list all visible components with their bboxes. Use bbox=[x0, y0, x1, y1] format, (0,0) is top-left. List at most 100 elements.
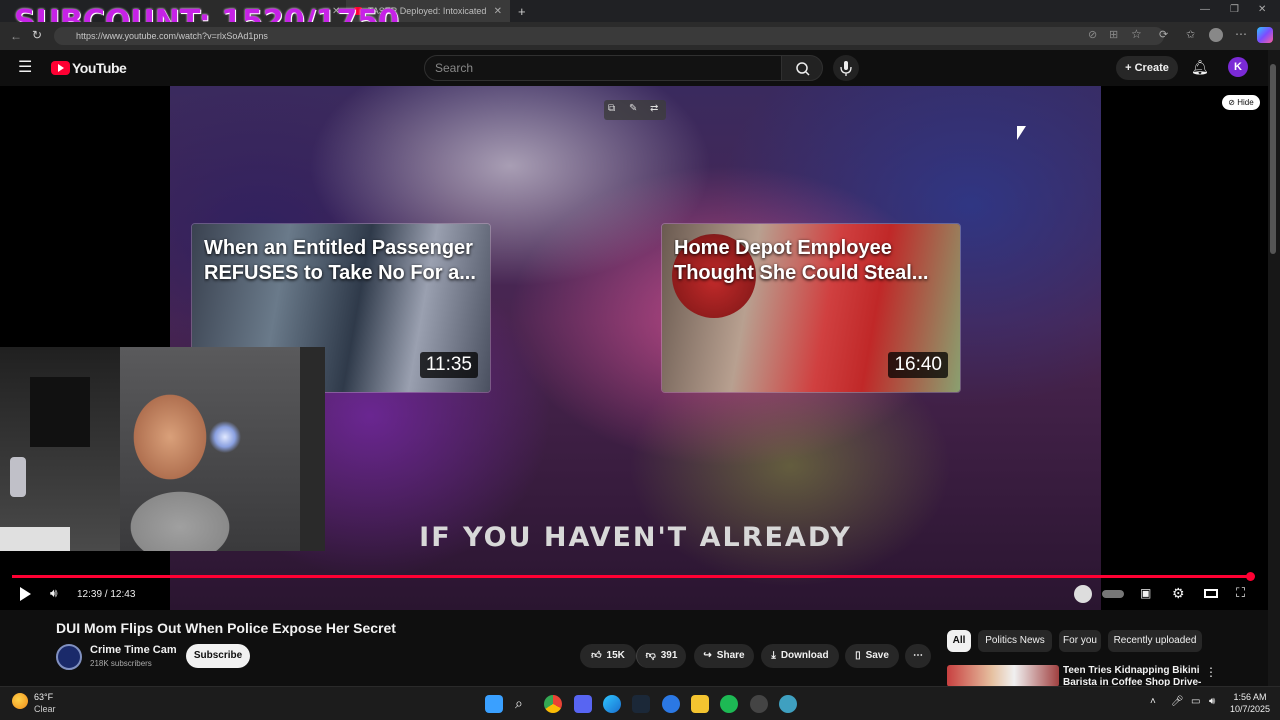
webcam-bottle bbox=[10, 457, 26, 497]
like-button[interactable]: 👍︎ 15K bbox=[580, 644, 636, 668]
settings-gear-icon[interactable]: ⚙ bbox=[1172, 586, 1185, 600]
app-icon[interactable] bbox=[662, 695, 680, 713]
create-label: Create bbox=[1134, 62, 1169, 74]
channel-name[interactable]: Crime Time Cam bbox=[90, 644, 177, 656]
video-title: DUI Mom Flips Out When Police Expose Her… bbox=[56, 620, 396, 636]
hide-label: Hide bbox=[1237, 98, 1254, 107]
progress-bar[interactable] bbox=[12, 575, 1250, 578]
filter-chip-all[interactable]: All bbox=[947, 630, 971, 652]
file-explorer-icon[interactable] bbox=[691, 695, 709, 713]
close-tab-icon[interactable]: ✕ bbox=[494, 6, 502, 17]
youtube-logo-icon[interactable] bbox=[51, 61, 70, 75]
save-label: Save bbox=[865, 650, 889, 661]
microphone-icon bbox=[840, 61, 852, 76]
profile-avatar[interactable] bbox=[1209, 28, 1223, 42]
bookmark-icon: ▯ bbox=[855, 650, 861, 661]
search-icon bbox=[796, 62, 810, 76]
download-button[interactable]: ⤓ Download bbox=[761, 644, 839, 668]
create-button[interactable]: + Create bbox=[1116, 56, 1178, 80]
subscribe-button[interactable]: Subscribe bbox=[186, 644, 250, 668]
notifications-bell-icon[interactable]: 🔔︎ bbox=[1191, 60, 1209, 74]
more-menu-icon[interactable]: ⋯ bbox=[1235, 27, 1247, 41]
download-label: Download bbox=[780, 650, 829, 661]
windows-start-icon[interactable] bbox=[485, 695, 503, 713]
like-count: 15K bbox=[606, 650, 625, 661]
taskbar-search-icon[interactable]: ⌕ bbox=[515, 696, 523, 710]
new-tab-button[interactable]: + bbox=[510, 0, 530, 22]
theater-mode-icon[interactable] bbox=[1204, 589, 1218, 598]
fullscreen-icon[interactable]: ⛶ bbox=[1236, 586, 1245, 599]
webcam-edge bbox=[300, 347, 325, 551]
download-icon: ⤓ bbox=[771, 650, 776, 661]
subscriber-count: 218K subscribers bbox=[90, 659, 152, 668]
tracking-icon[interactable]: ⊘ bbox=[1088, 28, 1097, 41]
recommended-thumbnail[interactable] bbox=[947, 665, 1059, 687]
spotify-icon[interactable] bbox=[720, 695, 738, 713]
youtube-logo-text[interactable]: YouTube bbox=[72, 60, 127, 76]
weather-temperature[interactable]: 63°F bbox=[34, 692, 53, 702]
hide-button[interactable]: ⊘ Hide bbox=[1222, 95, 1260, 110]
endscreen-title: When an Entitled Passenger REFUSES to Ta… bbox=[204, 237, 476, 284]
obs-icon[interactable] bbox=[750, 695, 768, 713]
search-input[interactable]: Search bbox=[424, 55, 782, 81]
apps-icon[interactable]: ⊞ bbox=[1109, 28, 1118, 41]
dislike-button[interactable]: 👎︎ 391 bbox=[636, 644, 686, 668]
filter-chip-recently-uploaded[interactable]: Recently uploaded bbox=[1108, 630, 1202, 652]
taskbar-clock-time[interactable]: 1:56 AM bbox=[1230, 692, 1270, 702]
network-app-icon[interactable] bbox=[779, 695, 797, 713]
weather-condition[interactable]: Clear bbox=[34, 704, 56, 714]
dislike-count: 391 bbox=[660, 650, 678, 661]
favorites-icon[interactable]: ✩ bbox=[1186, 28, 1195, 41]
thumbs-up-icon: 👍︎ bbox=[591, 650, 602, 661]
filter-chip-for-you[interactable]: For you bbox=[1059, 630, 1101, 652]
refresh-icon[interactable]: ↻ bbox=[32, 28, 42, 42]
taskbar-clock-date[interactable]: 10/7/2025 bbox=[1226, 704, 1274, 714]
tray-chevron-icon[interactable]: ˄ bbox=[1150, 697, 1156, 707]
recommended-title[interactable]: Teen Tries Kidnapping Bikini Barista in … bbox=[1063, 665, 1203, 687]
share-icon: ↪ bbox=[703, 650, 712, 661]
share-button[interactable]: ↪ Share bbox=[694, 644, 754, 668]
channel-avatar[interactable] bbox=[56, 644, 82, 670]
thumbs-down-icon: 👎︎ bbox=[645, 650, 656, 661]
search-button[interactable] bbox=[781, 55, 823, 81]
filter-chip-politics-news[interactable]: Politics News bbox=[978, 630, 1052, 652]
more-icon: ⋯ bbox=[913, 650, 923, 661]
volume-icon[interactable]: 🔊︎ bbox=[50, 587, 58, 599]
translate-icon[interactable]: ⇄ bbox=[650, 103, 658, 114]
captions-icon[interactable]: ▣ bbox=[1140, 587, 1151, 599]
tray-network-icon[interactable]: ▭ bbox=[1191, 697, 1200, 707]
tray-mic-icon[interactable]: 🎤︎ bbox=[1171, 697, 1184, 707]
steam-icon[interactable] bbox=[632, 695, 650, 713]
voice-search-button[interactable] bbox=[833, 55, 859, 81]
favorite-star-icon[interactable]: ☆ bbox=[1131, 27, 1142, 41]
hamburger-menu-icon[interactable]: ☰ bbox=[18, 60, 32, 76]
webcam-keyboard bbox=[0, 527, 70, 551]
play-icon[interactable] bbox=[20, 587, 31, 601]
tray-volume-icon[interactable]: 🔊︎ bbox=[1209, 697, 1215, 707]
close-window-icon[interactable]: ✕ bbox=[1258, 4, 1266, 15]
extensions-icon[interactable]: ⟳ bbox=[1159, 28, 1168, 41]
more-actions-button[interactable]: ⋯ bbox=[905, 644, 931, 668]
edge-icon[interactable] bbox=[603, 695, 621, 713]
minimize-icon[interactable]: — bbox=[1200, 4, 1210, 15]
weather-icon[interactable] bbox=[12, 693, 28, 709]
share-label: Share bbox=[716, 650, 745, 661]
sponsor-shield-icon[interactable] bbox=[1074, 585, 1092, 603]
endscreen-video-2[interactable]: Home Depot Employee Thought She Could St… bbox=[661, 223, 961, 393]
restore-icon[interactable]: ❐ bbox=[1230, 4, 1239, 15]
edit-icon[interactable]: ✎ bbox=[629, 103, 637, 114]
endscreen-title: Home Depot Employee Thought She Could St… bbox=[674, 237, 929, 284]
plus-icon: + bbox=[1125, 62, 1135, 74]
scrollbar-thumb[interactable] bbox=[1270, 64, 1276, 254]
copilot-icon[interactable] bbox=[1257, 27, 1273, 43]
save-button[interactable]: ▯ Save bbox=[845, 644, 899, 668]
account-avatar[interactable]: K bbox=[1228, 57, 1248, 77]
back-icon[interactable]: ← bbox=[10, 29, 22, 43]
autoplay-toggle[interactable] bbox=[1102, 590, 1124, 598]
discord-icon[interactable] bbox=[574, 695, 592, 713]
pip-icon[interactable]: ⧉ bbox=[608, 103, 615, 114]
chrome-icon[interactable] bbox=[544, 695, 562, 713]
address-bar[interactable]: https://www.youtube.com/watch?v=rlxSoAd1… bbox=[54, 27, 1164, 45]
webcam-monitor bbox=[30, 377, 90, 447]
recommended-menu-icon[interactable]: ⋮ bbox=[1205, 665, 1217, 679]
